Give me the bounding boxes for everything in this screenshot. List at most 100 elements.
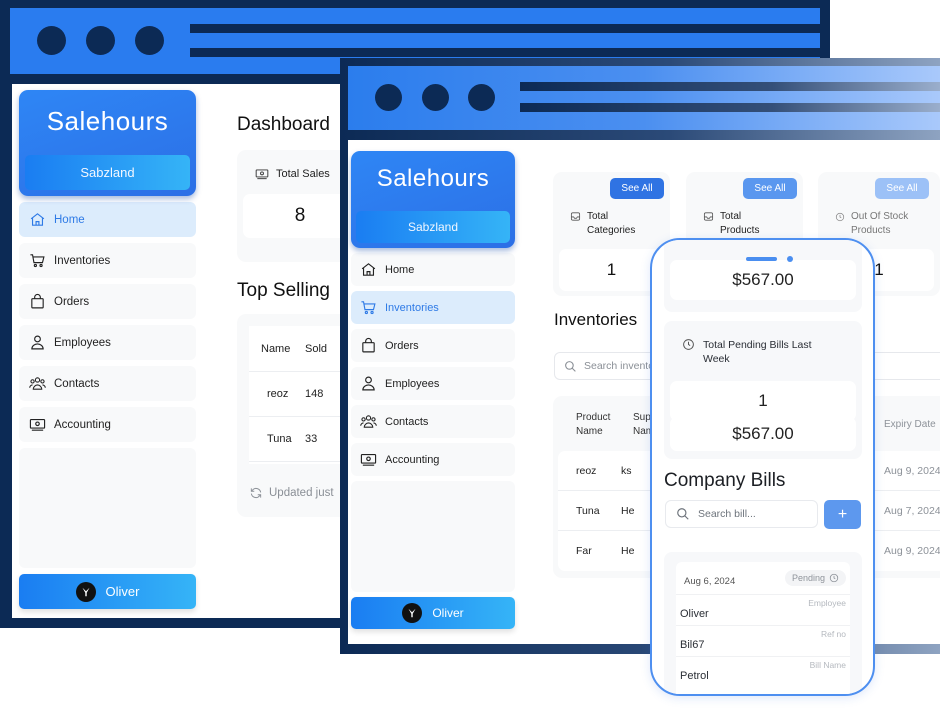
sidebar-item-home[interactable]: Home [19,202,196,237]
address-bar-line-1 [190,24,820,33]
sidebar-item-inventories[interactable]: Inventories [19,243,196,278]
bill-item[interactable]: Aug 6, 2024 Pending Employee Oliver Ref … [676,562,850,694]
label-line-2: Products [851,225,891,236]
group-icon [359,413,377,431]
field-value: Petrol [680,670,709,682]
field-value: Oliver [680,608,709,620]
company-bills-title: Company Bills [664,470,786,491]
stat-label: Total Categories [570,210,635,238]
brand-card: Salehours Sabzland [351,151,515,248]
see-all-button[interactable]: See All [743,178,797,199]
total-sales-card: Total Sales 8 [237,150,357,262]
money-icon [255,169,269,180]
user-profile-button[interactable]: Oliver [19,574,196,609]
address-bar-line-2 [520,103,940,112]
cell-supplier: ks [621,464,632,477]
section-title-inventories: Inventories [554,310,638,329]
column-header: Sold [305,342,328,355]
sidebar-item-home[interactable]: Home [351,253,515,286]
refresh-icon[interactable] [249,486,263,500]
user-name: Oliver [105,584,140,599]
field-label: Bill Name [809,660,846,670]
dashboard-main: Dashboard Total Sales 8 Top Selling Name… [237,84,357,618]
sidebar-item-label: Orders [385,339,419,352]
add-bill-button[interactable]: + [824,500,861,529]
window-dot-2[interactable] [422,84,449,111]
window-dot-2[interactable] [86,26,115,55]
cell-name: reoz [267,388,289,400]
phone-speaker [746,257,777,261]
address-bar-line-1 [520,82,940,91]
header-line-2: Name [576,426,603,437]
sidebar-item-label: Contacts [385,415,429,428]
stat-label-text: Out Of Stock Products [851,210,908,238]
sidebar-item-contacts[interactable]: Contacts [351,405,515,438]
sidebar-item-label: Accounting [385,453,440,466]
cell-product: Tuna [576,504,600,517]
total-sales-label: Total Sales [255,167,330,181]
inbox-icon [570,212,581,221]
sidebar-item-accounting[interactable]: Accounting [351,443,515,476]
back-sidebar: Salehours Sabzland Home Inventories Orde… [19,90,196,609]
status-badge: Pending [784,570,846,586]
updated-status: Updated just [249,486,334,500]
group-icon [28,375,46,393]
brand-card: Salehours Sabzland [19,90,196,196]
brand-title: Salehours [376,165,490,192]
sidebar-item-employees[interactable]: Employees [19,325,196,360]
sidebar-item-orders[interactable]: Orders [351,329,515,362]
cell-product: reoz [576,464,597,477]
updated-text: Updated just [269,487,334,499]
pending-bills-label: Total Pending Bills Last Week [682,338,832,366]
stat-label: Total Products [703,210,759,238]
store-selector[interactable]: Sabzland [356,211,510,243]
label-line-1: Total [587,211,609,222]
see-all-button[interactable]: See All [610,178,664,199]
cell-sold: 148 [305,388,324,400]
window-dot-3[interactable] [135,26,164,55]
sidebar-item-inventories[interactable]: Inventories [351,291,515,324]
stat-value: 1 [559,249,664,291]
sidebar-item-contacts[interactable]: Contacts [19,366,196,401]
window-dot-1[interactable] [375,84,402,111]
store-selector[interactable]: Sabzland [25,155,190,190]
see-all-button[interactable]: See All [875,178,929,199]
sidebar-empty-space [19,448,196,568]
money-icon [359,451,377,469]
sidebar-item-employees[interactable]: Employees [351,367,515,400]
bill-field-bill-name: Bill Name Petrol [676,656,850,687]
stat-label-text: Total Products [720,210,759,238]
avatar [75,581,96,602]
label-line-2: Categories [587,225,636,236]
inbox-icon [703,212,714,221]
sidebar-empty-space [351,481,515,592]
header-line-1: Product [576,412,611,423]
cell-sold: 33 [305,433,318,445]
window-dot-3[interactable] [468,84,495,111]
sidebar-item-label: Home [385,263,415,276]
user-profile-button[interactable]: Oliver [351,597,515,629]
sidebar-item-orders[interactable]: Orders [19,284,196,319]
page-title: Dashboard [237,114,330,135]
cart-icon [28,252,46,270]
sidebar-item-label: Contacts [54,377,100,390]
sidebar-item-accounting[interactable]: Accounting [19,407,196,442]
pending-bills-label-text: Total Pending Bills Last Week [703,339,812,365]
sidebar-item-label: Orders [54,295,90,308]
user-icon [359,375,377,393]
cell-expiry: Aug 9, 2024 [884,465,940,477]
bill-field-ref-no: Ref no Bil67 [676,625,850,656]
front-window-titlebar [348,66,940,130]
bills-list: Aug 6, 2024 Pending Employee Oliver Ref … [664,552,862,694]
search-placeholder: Search bill... [698,508,756,520]
bill-search-input[interactable]: Search bill... [665,500,818,528]
sidebar-item-label: Home [54,213,85,226]
pending-bills-amount: $567.00 [670,417,856,451]
window-dot-1[interactable] [37,26,66,55]
bills-amount-value: $567.00 [670,260,856,300]
home-icon [28,211,46,229]
column-header: Name [261,342,291,355]
pending-bills-card: Total Pending Bills Last Week 1 $567.00 [664,321,862,459]
sidebar-item-label: Inventories [385,301,439,314]
bills-amount-card: $567.00 [664,240,862,312]
